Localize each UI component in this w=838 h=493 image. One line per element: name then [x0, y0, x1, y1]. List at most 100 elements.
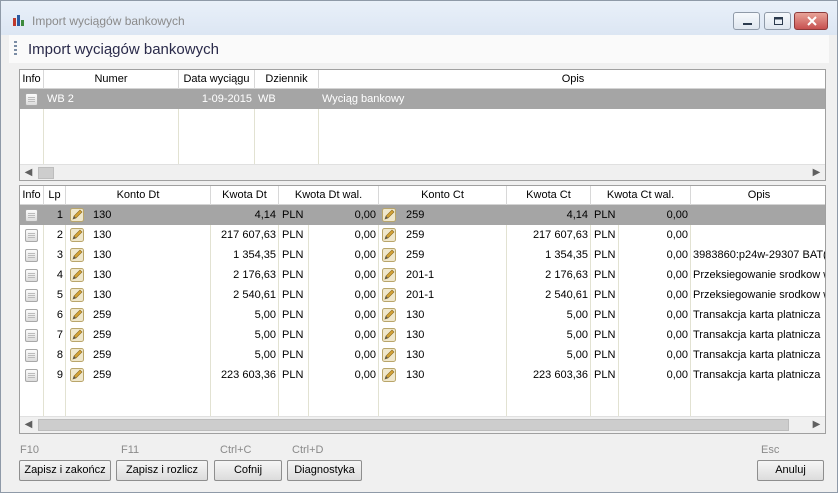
row-kwota-dt: 223 603,36 [220, 369, 276, 381]
table-row[interactable]: 1 130 4,14 PLN 0,00 259 4,14 PLN 0,00 [20, 205, 825, 225]
row-lp: 8 [56, 349, 63, 361]
table-row[interactable]: 7 259 5,00 PLN 0,00 130 5,00 PLN 0,00 Transakcja … [20, 325, 825, 345]
row-lp: 2 [56, 229, 63, 241]
info-icon[interactable] [25, 269, 38, 282]
row-kwota-ct: 5,00 [566, 329, 588, 341]
row-kwota-dt-wal: 0,00 [354, 369, 376, 381]
row-opis: Przeksiegowanie srodkow w [693, 289, 826, 301]
pencil-icon[interactable] [382, 248, 396, 262]
info-icon[interactable] [25, 93, 38, 106]
scroll-thumb[interactable] [38, 167, 54, 179]
info-icon[interactable] [25, 289, 38, 302]
pencil-icon[interactable] [382, 308, 396, 322]
col-konto-dt[interactable]: Konto Dt [66, 186, 211, 205]
pencil-icon[interactable] [382, 368, 396, 382]
statement-row[interactable]: WB 2 1-09-2015 WB Wyciąg bankowy [20, 89, 825, 109]
row-lp: 9 [56, 369, 63, 381]
cancel-button[interactable]: Anuluj [757, 460, 824, 481]
pencil-icon[interactable] [70, 288, 84, 302]
close-button[interactable] [794, 12, 828, 30]
chevron-left-icon[interactable]: ◀ [20, 165, 37, 180]
pencil-icon[interactable] [70, 308, 84, 322]
pencil-icon[interactable] [70, 328, 84, 342]
undo-button[interactable]: Cofnij [214, 460, 282, 481]
pencil-icon[interactable] [382, 288, 396, 302]
row-opis: Transakcja karta platnicza [693, 349, 821, 361]
chevron-right-icon[interactable]: ▶ [808, 417, 825, 433]
col-info[interactable]: Info [20, 70, 44, 89]
chevron-right-icon[interactable]: ▶ [808, 165, 825, 180]
pencil-icon[interactable] [70, 248, 84, 262]
pencil-icon[interactable] [382, 328, 396, 342]
table-row[interactable]: 3 130 1 354,35 PLN 0,00 259 1 354,35 PLN 0,00 398… [20, 245, 825, 265]
save-close-shortcut: F10 [20, 444, 39, 456]
statement-opis: Wyciąg bankowy [322, 93, 405, 105]
save-close-button[interactable]: Zapisz i zakończ [19, 460, 111, 481]
statements-hscrollbar[interactable]: ◀ ▶ [20, 164, 825, 180]
col-konto-ct[interactable]: Konto Ct [379, 186, 507, 205]
col-lp[interactable]: Lp [44, 186, 66, 205]
info-icon[interactable] [25, 349, 38, 362]
pencil-icon[interactable] [70, 368, 84, 382]
statement-data: 1-09-2015 [201, 93, 252, 105]
row-konto-dt: 130 [93, 249, 112, 261]
row-kwota-ct-wal: 0,00 [666, 229, 688, 241]
table-row[interactable]: 4 130 2 176,63 PLN 0,00 201-1 2 176,63 PLN 0,00 P… [20, 265, 825, 285]
col-opis[interactable]: Opis [319, 70, 825, 89]
table-row[interactable]: 9 259 223 603,36 PLN 0,00 130 223 603,36 PLN 0,0… [20, 365, 825, 385]
maximize-button[interactable] [764, 12, 791, 30]
pencil-icon[interactable] [382, 208, 396, 222]
table-row[interactable]: 5 130 2 540,61 PLN 0,00 201-1 2 540,61 PLN 0,00 P… [20, 285, 825, 305]
info-icon[interactable] [25, 369, 38, 382]
row-opis: Transakcja karta platnicza [693, 369, 821, 381]
row-waluta-dt: PLN [282, 269, 304, 281]
info-icon[interactable] [25, 329, 38, 342]
diagnostics-button[interactable]: Diagnostyka [287, 460, 362, 481]
col-opis[interactable]: Opis [691, 186, 825, 205]
chevron-left-icon[interactable]: ◀ [20, 417, 37, 433]
pencil-icon[interactable] [382, 348, 396, 362]
col-kwota-ct-wal[interactable]: Kwota Ct wal. [591, 186, 691, 205]
pencil-icon[interactable] [382, 228, 396, 242]
minimize-button[interactable] [733, 12, 760, 30]
pencil-icon[interactable] [70, 348, 84, 362]
info-icon[interactable] [25, 249, 38, 262]
grip-icon [14, 41, 17, 57]
row-waluta-dt: PLN [282, 369, 304, 381]
col-dziennik[interactable]: Dziennik [255, 70, 319, 89]
row-konto-ct: 259 [406, 229, 425, 241]
row-konto-ct: 259 [406, 249, 425, 261]
table-row[interactable]: 8 259 5,00 PLN 0,00 130 5,00 PLN 0,00 Transakcja … [20, 345, 825, 365]
col-info[interactable]: Info [20, 186, 44, 205]
row-kwota-dt: 5,00 [254, 329, 276, 341]
row-kwota-ct: 2 540,61 [545, 289, 588, 301]
pencil-icon[interactable] [70, 268, 84, 282]
row-kwota-dt-wal: 0,00 [354, 269, 376, 281]
col-kwota-dt-wal[interactable]: Kwota Dt wal. [279, 186, 379, 205]
pencil-icon[interactable] [70, 208, 84, 222]
row-kwota-dt: 1 354,35 [233, 249, 276, 261]
transactions-grid[interactable]: Info Lp Konto Dt Kwota Dt Kwota Dt wal. … [19, 185, 826, 434]
transactions-hscrollbar[interactable]: ◀ ▶ [20, 416, 825, 433]
pencil-icon[interactable] [382, 268, 396, 282]
save-settle-button[interactable]: Zapisz i rozlicz [116, 460, 208, 481]
maximize-icon [774, 17, 783, 25]
table-row[interactable]: 2 130 217 607,63 PLN 0,00 259 217 607,63 PLN 0,0… [20, 225, 825, 245]
row-waluta-ct: PLN [594, 289, 616, 301]
title-bar[interactable]: Import wyciągów bankowych [1, 1, 837, 35]
pencil-icon[interactable] [70, 228, 84, 242]
row-konto-dt: 130 [93, 229, 112, 241]
statements-grid[interactable]: Info Numer Data wyciągu Dziennik Opis WB… [19, 69, 826, 181]
info-icon[interactable] [25, 229, 38, 242]
statement-dziennik: WB [258, 93, 276, 105]
info-icon[interactable] [25, 309, 38, 322]
table-row[interactable]: 6 259 5,00 PLN 0,00 130 5,00 PLN 0,00 Transakcja … [20, 305, 825, 325]
col-numer[interactable]: Numer [44, 70, 179, 89]
col-kwota-ct[interactable]: Kwota Ct [507, 186, 591, 205]
col-data-wyciagu[interactable]: Data wyciągu [179, 70, 255, 89]
scroll-thumb[interactable] [38, 419, 789, 431]
col-kwota-dt[interactable]: Kwota Dt [211, 186, 279, 205]
info-icon[interactable] [25, 209, 38, 222]
row-lp: 4 [56, 269, 63, 281]
row-kwota-ct-wal: 0,00 [666, 309, 688, 321]
